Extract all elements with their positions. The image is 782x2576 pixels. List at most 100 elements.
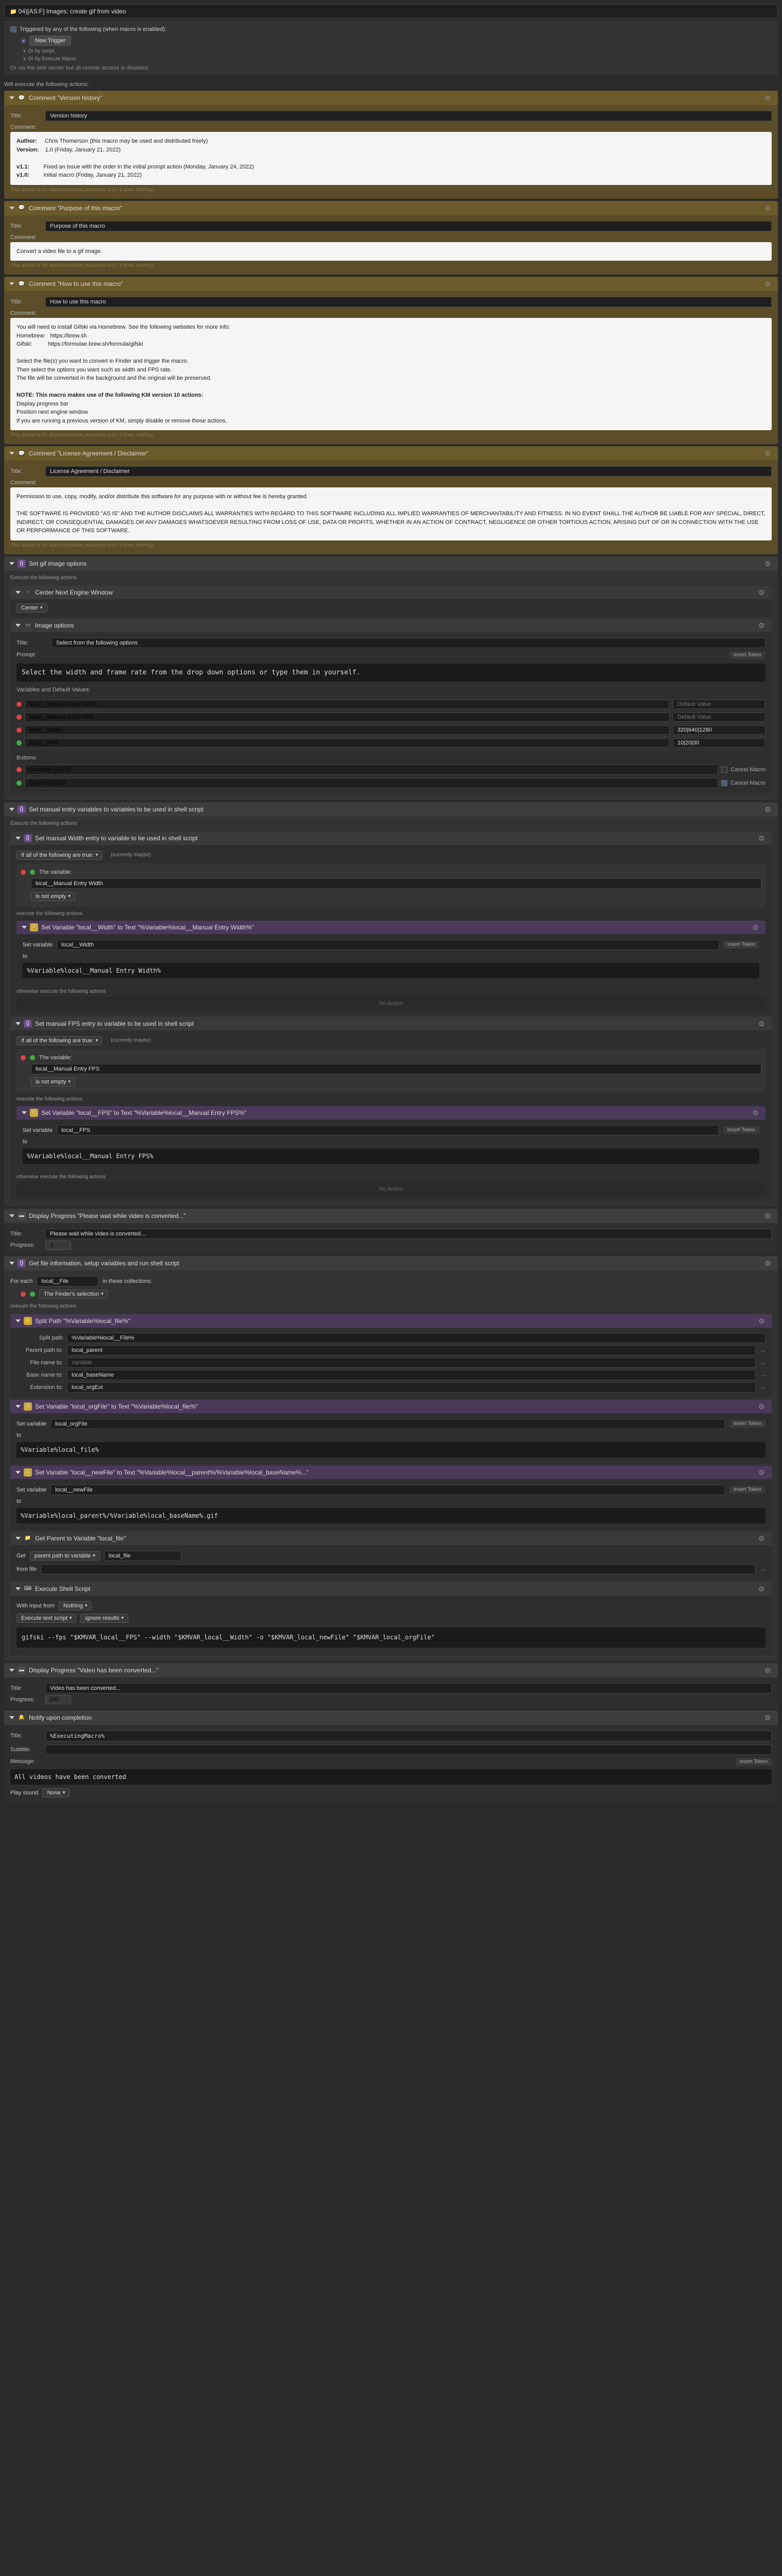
setvar-value[interactable]: %Variable%local__Manual Entry Width% — [23, 963, 759, 978]
gear-icon[interactable]: ⚙ — [764, 280, 773, 288]
gear-icon[interactable]: ⚙ — [758, 621, 767, 630]
title-input[interactable] — [45, 221, 772, 231]
cancel-checkbox[interactable] — [721, 767, 727, 773]
enabled-checkbox[interactable] — [10, 26, 16, 32]
var-value[interactable] — [673, 738, 766, 748]
setvar-value[interactable]: %Variable%local__Manual Entry FPS% — [23, 1148, 759, 1164]
cond-dropdown[interactable]: is not empty — [31, 1077, 75, 1087]
gear-icon[interactable]: ⚙ — [758, 1020, 767, 1028]
setvar-name[interactable] — [50, 1485, 725, 1495]
or-execute[interactable]: ∨ Or by Execute Macro — [10, 55, 772, 63]
result-dropdown[interactable]: ignore results — [80, 1614, 128, 1623]
title-input[interactable] — [45, 111, 772, 121]
insert-token[interactable]: Insert Token — [723, 1126, 759, 1134]
setvar-name[interactable] — [50, 1419, 725, 1429]
setvar-value[interactable]: %Variable%local_parent%/%Variable%local_… — [16, 1508, 766, 1523]
center-dropdown[interactable]: Center — [16, 603, 47, 613]
input-dropdown[interactable]: Nothing — [59, 1601, 92, 1611]
sound-dropdown[interactable]: None — [42, 1788, 70, 1798]
if-all-dropdown[interactable]: If all of the following are true: — [16, 851, 103, 860]
gear-icon[interactable]: ⚙ — [758, 588, 767, 597]
progress-value[interactable] — [45, 1695, 71, 1704]
add-icon[interactable] — [16, 781, 22, 786]
gear-icon[interactable]: ⚙ — [758, 1402, 767, 1411]
var-value[interactable] — [673, 725, 766, 735]
add-icon[interactable] — [30, 1292, 35, 1297]
disclosure-icon[interactable] — [9, 96, 14, 99]
gear-icon[interactable]: ⚙ — [758, 1585, 767, 1593]
insert-token[interactable]: Insert Token — [736, 1758, 772, 1766]
disclosure-icon[interactable] — [22, 1111, 27, 1114]
notify-message[interactable]: All videos have been converted — [10, 1769, 772, 1785]
new-trigger-radio[interactable] — [21, 38, 26, 44]
disclosure-icon[interactable] — [9, 1262, 14, 1265]
split-path[interactable] — [67, 1333, 766, 1343]
disclosure-icon[interactable] — [9, 808, 14, 811]
var-name[interactable] — [25, 738, 670, 748]
comment-body[interactable]: Convert a video file to a gif image. — [10, 242, 772, 261]
gear-icon[interactable]: ⚙ — [764, 94, 773, 102]
remove-icon[interactable] — [21, 870, 26, 875]
insert-token[interactable]: Insert Token — [723, 941, 759, 948]
disclosure-icon[interactable] — [15, 1587, 21, 1590]
progress-value[interactable] — [45, 1241, 71, 1250]
disclosure-icon[interactable] — [15, 1537, 21, 1540]
extension[interactable] — [67, 1382, 756, 1393]
add-icon[interactable] — [16, 740, 22, 745]
var-name[interactable] — [25, 700, 670, 709]
cancel-checkbox[interactable] — [721, 780, 727, 786]
gear-icon[interactable]: ⚙ — [752, 923, 760, 931]
finder-sel[interactable]: The Finder's selection — [39, 1290, 108, 1299]
get-dropdown[interactable]: parent path to variable — [30, 1551, 100, 1561]
var-input[interactable] — [31, 1064, 761, 1074]
title-input[interactable] — [45, 297, 772, 307]
for-var[interactable] — [37, 1276, 98, 1286]
disclosure-icon[interactable] — [9, 207, 14, 210]
disclosure-icon[interactable] — [9, 282, 14, 285]
button-input[interactable] — [25, 778, 718, 788]
if-all-dropdown[interactable]: If all of the following are true: — [16, 1036, 103, 1045]
insert-token[interactable]: Insert Token — [729, 1420, 766, 1428]
setvar-name[interactable] — [57, 1125, 719, 1136]
disclosure-icon[interactable] — [22, 926, 27, 929]
cond-dropdown[interactable]: is not empty — [31, 892, 75, 901]
var-name[interactable] — [25, 725, 670, 735]
gear-icon[interactable]: ⚙ — [764, 204, 773, 212]
gear-icon[interactable]: ⚙ — [764, 1666, 773, 1674]
new-trigger-btn[interactable]: New Trigger — [29, 36, 71, 46]
comment-body[interactable]: Author: Chris Thomerson (this macro may … — [10, 132, 772, 185]
prompt-text[interactable]: Select the width and frame rate from the… — [16, 664, 766, 682]
notify-title[interactable] — [45, 1731, 772, 1741]
filename[interactable] — [67, 1358, 756, 1368]
disclosure-icon[interactable] — [15, 1022, 21, 1025]
remove-icon[interactable] — [21, 1292, 26, 1297]
title-input[interactable] — [45, 466, 772, 477]
disclosure-icon[interactable] — [15, 837, 21, 840]
gear-icon[interactable]: ⚙ — [758, 834, 767, 842]
gear-icon[interactable]: ⚙ — [758, 1534, 767, 1543]
comment-body[interactable]: Permission to use, copy, modify, and/or … — [10, 487, 772, 540]
remove-icon[interactable] — [16, 727, 22, 733]
disclosure-icon[interactable] — [15, 1471, 21, 1474]
remove-icon[interactable] — [16, 715, 22, 720]
button-input[interactable] — [25, 765, 718, 775]
shell-script[interactable]: gifski --fps "$KMVAR_local__FPS" --width… — [16, 1628, 766, 1648]
comment-body[interactable]: You will need to install Gifski via Home… — [10, 318, 772, 430]
from-file[interactable] — [41, 1564, 756, 1574]
or-script[interactable]: ∨ Or by script, — [10, 47, 772, 55]
basename[interactable] — [67, 1370, 756, 1380]
add-icon[interactable] — [30, 1055, 35, 1060]
setvar-value[interactable]: %Variable%local_file% — [16, 1442, 766, 1458]
gear-icon[interactable]: ⚙ — [764, 1714, 773, 1722]
disclosure-icon[interactable] — [15, 1319, 21, 1323]
gear-icon[interactable]: ⚙ — [764, 1259, 773, 1267]
notify-subtitle[interactable] — [45, 1744, 772, 1755]
var-value[interactable] — [673, 700, 766, 709]
gear-icon[interactable]: ⚙ — [758, 1317, 767, 1325]
gear-icon[interactable]: ⚙ — [764, 805, 773, 814]
disclosure-icon[interactable] — [9, 1214, 14, 1217]
setvar-name[interactable] — [57, 940, 719, 950]
var-name[interactable] — [25, 713, 670, 722]
insert-token[interactable]: Insert Token — [729, 1486, 766, 1494]
disclosure-icon[interactable] — [15, 591, 21, 594]
